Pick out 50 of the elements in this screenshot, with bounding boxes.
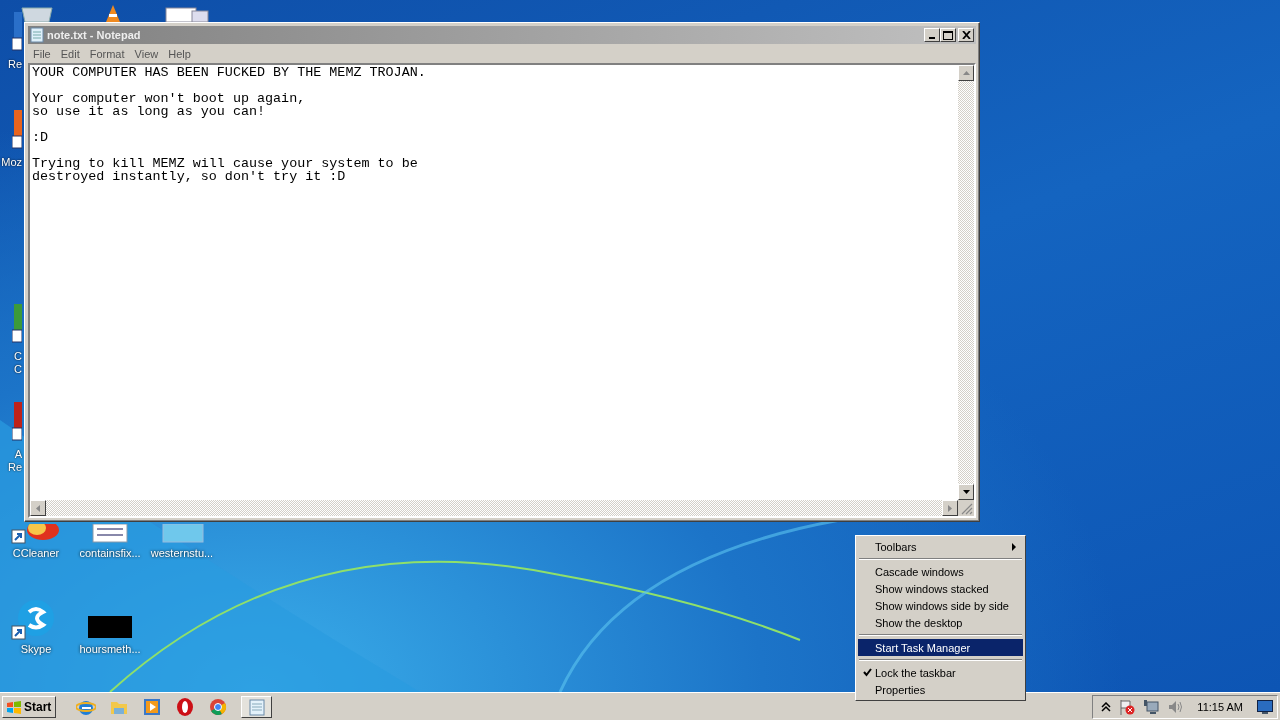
taskbar-button[interactable] [241,695,273,718]
icon-label[interactable]: containsfix... [79,547,141,559]
clock[interactable]: 11:15 AM [1197,700,1243,713]
start-button[interactable]: Start [2,695,57,718]
menu-item[interactable]: Toolbars [858,538,1023,555]
notepad-icon [248,697,265,716]
menu-item[interactable]: File [28,47,56,60]
menu-item[interactable]: Show windows stacked [858,580,1023,597]
cone-icon[interactable] [104,4,122,22]
menu-item[interactable]: Lock the taskbar [858,664,1023,681]
icon-label[interactable]: A [14,448,22,461]
browser-icon[interactable] [208,696,229,717]
icon-label[interactable]: Moz [1,156,22,169]
menu-item[interactable]: Start Task Manager [858,639,1023,656]
icon-label[interactable]: C [14,363,22,376]
document-text: YOUR COMPUTER HAS BEEN FUCKED BY THE MEMZ TROJAN. Your computer won't boot up again, so use it as long as you can! :D Trying to kill MEMZ will cause your system to be destroyed instantly, so don't try it :D [32,66,427,183]
menu-item[interactable]: Properties [858,681,1023,698]
menu-item[interactable]: Show windows side by side [858,597,1023,614]
icon-label[interactable]: westernstu... [150,547,214,559]
icon-label[interactable]: Re [7,58,22,71]
title-bar[interactable]: note.txt - Notepad [28,26,976,44]
icon-label[interactable]: C [14,350,22,363]
menu-item[interactable]: Help [163,47,196,60]
resize-grip-icon[interactable] [958,500,974,516]
close-icon [961,31,971,39]
window-title: note.txt - Notepad [47,29,142,41]
chevron-up-icon[interactable] [1101,701,1112,712]
vertical-scrollbar[interactable] [958,65,974,500]
browser-icon[interactable] [175,696,196,717]
flag-icon[interactable] [1119,698,1136,715]
notepad-icon [30,27,44,43]
menu-item[interactable]: Cascade windows [858,563,1023,580]
maximize-button[interactable] [940,28,956,42]
network-icon[interactable] [1143,698,1160,715]
icon-label[interactable]: hoursmeth... [79,643,141,655]
close-button[interactable] [958,28,974,42]
icon-label[interactable]: Re [7,461,22,474]
icon-label[interactable]: Skype [20,643,52,655]
menu-item[interactable]: Show the desktop [858,614,1023,631]
menu-item[interactable]: Format [84,47,130,60]
show-desktop-icon[interactable] [1257,699,1273,714]
maximize-icon [943,30,953,40]
icon-label[interactable]: CCleaner [12,547,60,559]
minimize-button[interactable] [924,28,940,42]
windows-logo-icon [6,699,22,714]
document-icon[interactable] [164,6,210,22]
scroll-down-icon[interactable] [962,490,970,494]
menu-item[interactable]: View [129,47,164,60]
media-player-icon[interactable] [142,696,163,717]
menu-item[interactable]: Edit [55,47,85,60]
